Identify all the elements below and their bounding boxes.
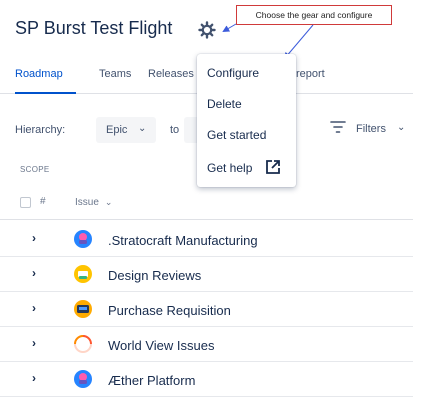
menu-item-label: Get started — [207, 128, 267, 142]
table-header-row: # Issue ⌄ — [0, 190, 413, 220]
annotation-text: Choose the gear and configure — [255, 10, 373, 20]
tab-roadmap[interactable]: Roadmap — [15, 68, 63, 80]
table-row[interactable]: › Design Reviews — [0, 257, 413, 292]
avatar-blue-icon — [74, 230, 92, 248]
issue-title[interactable]: World View Issues — [108, 338, 214, 353]
issue-title[interactable]: .Stratocraft Manufacturing — [108, 233, 258, 248]
filter-icon — [330, 121, 346, 133]
annotation-callout: Choose the gear and configure — [236, 5, 392, 25]
chevron-down-icon: ⌄ — [138, 123, 147, 134]
expand-chevron-icon[interactable]: › — [32, 301, 36, 315]
filters-label: Filters — [356, 123, 386, 135]
chevron-down-icon: ⌄ — [397, 122, 406, 133]
tab-releases[interactable]: Releases — [148, 68, 194, 80]
expand-chevron-icon[interactable]: › — [32, 371, 36, 385]
avatar-spinner-icon — [74, 335, 92, 353]
hierarchy-label: Hierarchy: — [15, 124, 66, 136]
expand-chevron-icon[interactable]: › — [32, 231, 36, 245]
tab-report[interactable]: report — [296, 68, 325, 80]
menu-item-label: Get help — [207, 161, 253, 175]
avatar-dark-icon — [74, 300, 92, 318]
annotation-arrow-gear — [222, 23, 237, 33]
page-title: SP Burst Test Flight — [15, 18, 173, 38]
table-row[interactable]: › Purchase Requisition — [0, 292, 413, 327]
avatar-yellow-icon — [74, 265, 92, 283]
active-tab-indicator — [15, 92, 76, 94]
gear-icon[interactable] — [198, 21, 220, 39]
hierarchy-from-value: Epic — [106, 124, 128, 136]
menu-item-get-help[interactable]: Get help — [207, 160, 280, 175]
menu-item-label: Configure — [207, 66, 260, 80]
menu-item-configure[interactable]: Configure — [207, 66, 259, 80]
issue-title[interactable]: Design Reviews — [108, 268, 201, 283]
tab-teams[interactable]: Teams — [99, 68, 131, 80]
issue-title[interactable]: Æther Platform — [108, 373, 195, 388]
hierarchy-from-select[interactable]: Epic ⌄ — [96, 117, 156, 143]
issue-title[interactable]: Purchase Requisition — [108, 303, 231, 318]
column-header-number: # — [40, 196, 46, 207]
column-header-issue[interactable]: Issue ⌄ — [75, 197, 112, 208]
table-row[interactable]: › .Stratocraft Manufacturing — [0, 222, 413, 257]
avatar-blue-icon — [74, 370, 92, 388]
select-all-checkbox[interactable] — [20, 197, 31, 208]
to-label: to — [170, 124, 180, 136]
column-header-issue-label: Issue — [75, 197, 99, 208]
menu-item-get-started[interactable]: Get started — [207, 128, 266, 142]
chevron-down-icon: ⌄ — [104, 197, 113, 207]
scope-heading: SCOPE — [20, 165, 50, 174]
gear-dropdown-menu: Configure Delete Get started Get help — [197, 54, 296, 187]
expand-chevron-icon[interactable]: › — [32, 336, 36, 350]
menu-item-label: Delete — [207, 97, 242, 111]
hierarchy-to-select[interactable] — [184, 117, 198, 143]
table-row[interactable]: › Æther Platform — [0, 362, 413, 397]
external-link-icon — [266, 160, 280, 174]
menu-item-delete[interactable]: Delete — [207, 97, 242, 111]
expand-chevron-icon[interactable]: › — [32, 266, 36, 280]
table-row[interactable]: › World View Issues — [0, 327, 413, 362]
